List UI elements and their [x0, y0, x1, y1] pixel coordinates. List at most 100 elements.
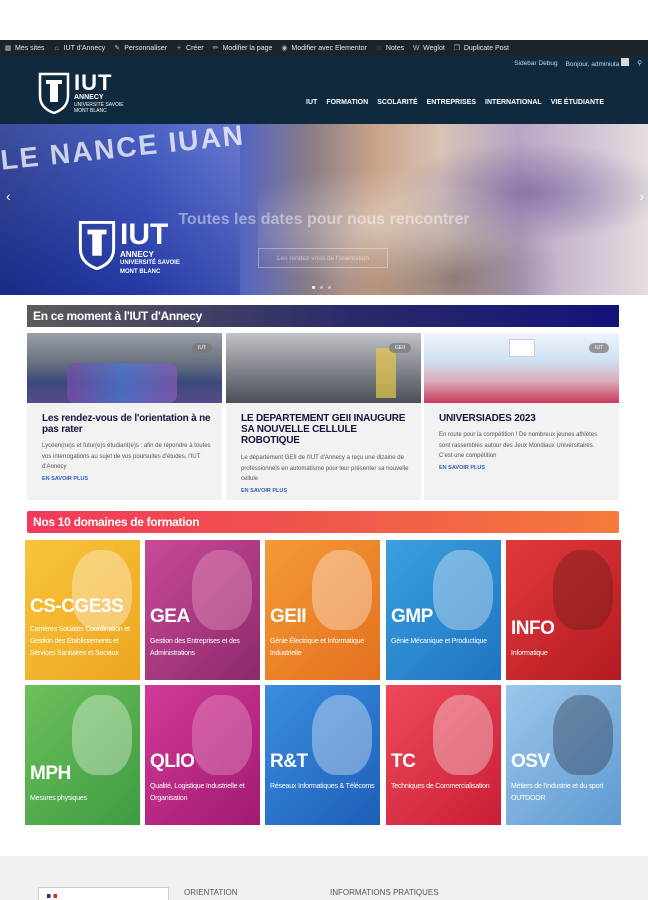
adminbar-weglot[interactable]: W Weglot: [408, 40, 449, 56]
news-card-tag: GEII: [388, 343, 411, 353]
adminbar-elementor[interactable]: ◉ Modifier avec Elementor: [276, 40, 370, 56]
read-more-link[interactable]: EN SAVOIR PLUS: [241, 488, 287, 494]
news-card-title[interactable]: Les rendez-vous de l'orientation à ne pa…: [42, 413, 212, 435]
domain-code: CS-CGE3S: [30, 596, 124, 617]
news-card-image: IUT: [424, 333, 619, 403]
republique-logo: [38, 887, 169, 900]
nav-item-iut[interactable]: IUT: [306, 99, 317, 106]
domain-tile-info[interactable]: INFO Informatique: [506, 540, 621, 680]
sites-icon: ▦: [4, 45, 12, 52]
logo-city: ANNECY: [74, 94, 104, 101]
nav-item-international[interactable]: INTERNATIONAL: [485, 99, 542, 106]
news-card[interactable]: GEII LE DEPARTEMENT GEII INAUGURE SA NOU…: [226, 333, 421, 500]
search-icon[interactable]: ⚲: [637, 59, 642, 67]
logo-university-2: MONT BLANC: [74, 108, 107, 114]
news-card-tag: IUT: [588, 343, 609, 353]
news-heading: En ce moment à l'IUT d'Annecy: [27, 305, 619, 327]
news-card-image: IUT: [27, 333, 222, 403]
hero-logo-university-2: MONT BLANC: [120, 269, 161, 275]
domain-label: Métiers de l'industrie et du sport OUTDO…: [511, 783, 604, 802]
domain-code: GEII: [270, 606, 307, 627]
domain-code: GMP: [391, 606, 433, 627]
domain-label: Réseaux Informatiques & Télécoms: [270, 783, 375, 790]
news-card-tag: IUT: [191, 343, 212, 353]
hero-title: Toutes les dates pour nous rencontrer: [178, 211, 470, 228]
footer-col-orientation[interactable]: ORIENTATION: [184, 888, 237, 897]
news-card-title[interactable]: UNIVERSIADES 2023: [439, 413, 609, 424]
footer-col-infos[interactable]: INFORMATIONS PRATIQUES: [330, 888, 439, 897]
user-greeting[interactable]: Bonjour, adminiuta: [566, 58, 630, 68]
domain-tile-tc[interactable]: TC Techniques de Commercialisation: [386, 685, 501, 825]
domain-code: QLIO: [150, 751, 195, 772]
nav-item-scolarite[interactable]: SCOLARITÉ: [377, 99, 417, 106]
avatar: [621, 58, 630, 66]
domain-label: Qualité, Logistique Industrielle et Orga…: [150, 783, 245, 802]
nav-item-entreprises[interactable]: ENTREPRISES: [427, 99, 476, 106]
domain-label: Génie Mécanique et Productique: [391, 638, 487, 645]
domains-heading: Nos 10 domaines de formation: [27, 511, 619, 533]
hero-logo-city: ANNECY: [120, 250, 154, 259]
domain-code: INFO: [511, 618, 555, 639]
site-footer: ORIENTATION INFORMATIONS PRATIQUES: [0, 856, 648, 900]
nav-item-vie-etudiante[interactable]: VIE ÉTUDIANTE: [551, 99, 604, 106]
adminbar-modifier-page[interactable]: ✏ Modifier la page: [208, 40, 277, 56]
site-logo[interactable]: IUT ANNECY UNIVERSITÉ SAVOIE MONT BLANC: [38, 72, 133, 118]
adminbar-personnaliser[interactable]: ✎ Personnaliser: [109, 40, 171, 56]
hero-photo: [258, 124, 648, 295]
domain-tile-cs-cge3s[interactable]: CS-CGE3S Carrières Sociales Coordination…: [25, 540, 140, 680]
copy-icon: ❐: [453, 45, 460, 52]
read-more-link[interactable]: EN SAVOIR PLUS: [439, 465, 485, 471]
news-card[interactable]: IUT UNIVERSIADES 2023 En route pour la c…: [424, 333, 619, 500]
hero-button[interactable]: Les rendez-vous de l'orientation: [258, 248, 388, 268]
french-flag-icon: [47, 894, 57, 898]
site-header: IUT ANNECY UNIVERSITÉ SAVOIE MONT BLANC …: [0, 70, 648, 124]
slider-dot[interactable]: [328, 286, 331, 289]
hero-slider: LE NANCE IUAN IUT ANNECY UNIVERSITÉ SAVO…: [0, 124, 648, 295]
hero-logo-university: UNIVERSITÉ SAVOIE: [120, 260, 180, 266]
domain-tile-qlio[interactable]: QLIO Qualité, Logistique Industrielle et…: [145, 685, 260, 825]
domain-code: GEA: [150, 606, 190, 627]
domain-label: Informatique: [511, 650, 548, 657]
slider-dot[interactable]: [320, 286, 323, 289]
domain-tile-gmp[interactable]: GMP Génie Mécanique et Productique: [386, 540, 501, 680]
slider-dot[interactable]: [312, 286, 315, 289]
news-card-desc: Lycéen(ne)s et futur(e)s étudiant(e)s : …: [42, 443, 211, 470]
home-icon: ⌂: [54, 44, 59, 52]
domain-code: R&T: [270, 751, 308, 772]
domain-tile-gea[interactable]: GEA Gestion des Entreprises et des Admin…: [145, 540, 260, 680]
news-card[interactable]: IUT Les rendez-vous de l'orientation à n…: [27, 333, 222, 500]
domain-code: MPH: [30, 763, 71, 784]
news-card-image: GEII: [226, 333, 421, 403]
weglot-icon: W: [412, 44, 420, 52]
domain-tile-rt[interactable]: R&T Réseaux Informatiques & Télécoms: [265, 685, 380, 825]
adminbar-duplicate[interactable]: ❐ Duplicate Post: [449, 40, 513, 56]
slider-next-icon[interactable]: ›: [639, 188, 644, 204]
shield-logo-icon: [38, 72, 70, 114]
slider-prev-icon[interactable]: ‹: [6, 188, 11, 204]
sidebar-debug-link[interactable]: Sidebar Debug: [514, 60, 557, 67]
domain-label: Techniques de Commercialisation: [391, 783, 490, 790]
domain-tile-mph[interactable]: MPH Mesures physiques: [25, 685, 140, 825]
domain-code: TC: [391, 751, 416, 772]
domain-tile-osv[interactable]: OSV Métiers de l'industrie et du sport O…: [506, 685, 621, 825]
comment-icon: ◌: [376, 44, 381, 52]
domain-tile-geii[interactable]: GEII Génie Électrique et Informatique In…: [265, 540, 380, 680]
nav-item-formation[interactable]: FORMATION: [326, 99, 368, 106]
pencil-icon: ✏: [212, 45, 219, 52]
elementor-icon: ◉: [281, 45, 288, 52]
main-nav: IUT FORMATION SCOLARITÉ ENTREPRISES INTE…: [306, 99, 604, 106]
brush-icon: ✎: [114, 45, 121, 52]
adminbar-creer[interactable]: + Créer: [171, 40, 208, 56]
domain-label: Mesures physiques: [30, 795, 87, 802]
adminbar-mes-sites[interactable]: ▦ Mes sites: [0, 40, 49, 56]
domain-label: Génie Électrique et Informatique Industr…: [270, 638, 364, 657]
news-card-title[interactable]: LE DEPARTEMENT GEII INAUGURE SA NOUVELLE…: [241, 413, 411, 446]
slider-dots: [312, 286, 331, 289]
user-bar: Sidebar Debug Bonjour, adminiuta ⚲: [0, 56, 648, 70]
adminbar-notes[interactable]: ◌ Notes: [371, 40, 408, 56]
news-card-desc: En route pour la compétition ! De nombre…: [439, 432, 598, 459]
news-card-desc: Le département GEII de l'IUT d'Annecy a …: [241, 455, 409, 482]
adminbar-site[interactable]: ⌂ IUT d'Annecy: [49, 40, 110, 56]
read-more-link[interactable]: EN SAVOIR PLUS: [42, 476, 88, 482]
plus-icon: +: [177, 44, 182, 52]
